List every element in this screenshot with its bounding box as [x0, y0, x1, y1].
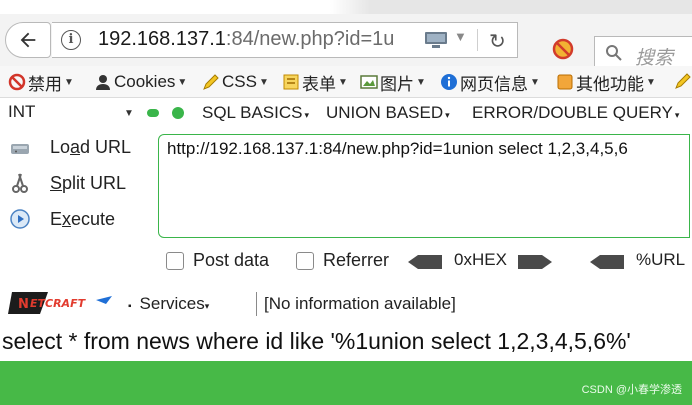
services-menu[interactable]: ▪ Services▾ [128, 294, 209, 314]
bookmark-label: 禁用 [28, 74, 62, 94]
url-path: :84/new.php?id=1u [225, 28, 395, 50]
post-data-label: Post data [193, 250, 270, 270]
bookmark-label: 网页信息 [460, 74, 528, 94]
action-label: plit URL [62, 172, 127, 193]
site-info-text: [No information available] [264, 294, 456, 313]
hex-decode-arrow-icon[interactable] [408, 255, 442, 269]
execute-button[interactable]: Execute [8, 204, 115, 234]
netcraft-separator [256, 292, 257, 316]
action-shortcut: x [62, 208, 72, 229]
tab-edge [330, 0, 370, 14]
bookmark-forms[interactable]: 表单 ▼ [282, 70, 348, 94]
bookmark-label: Cookies [114, 72, 176, 91]
search-icon [606, 45, 622, 61]
post-data-checkbox[interactable] [166, 252, 184, 270]
menu-sql-basics[interactable]: SQL BASICS ▾ [202, 103, 309, 123]
action-label: E [50, 208, 63, 229]
bookmark-label: 其他功能 [576, 74, 644, 94]
noscript-icon[interactable] [552, 38, 574, 60]
bookmark-cookies[interactable]: Cookies ▼ [94, 70, 187, 94]
bookmark-css[interactable]: CSS ▼ [202, 70, 269, 94]
bookmarks-toolbar: 禁用 ▼ Cookies ▼ CSS ▼ 表单 ▼ 图片 ▼ 网页信息 ▼ 其他… [0, 66, 692, 98]
action-shortcut: S [50, 172, 63, 193]
url-textarea-value: http://192.168.137.1:84/new.php?id=1unio… [167, 139, 628, 158]
referrer-checkbox[interactable] [296, 252, 314, 270]
services-label: Services [139, 294, 205, 313]
action-shortcut: a [70, 136, 81, 157]
decrease-icon[interactable] [147, 109, 159, 117]
back-arrow-icon [20, 32, 36, 48]
svg-text:N: N [18, 297, 29, 312]
bookmark-disable[interactable]: 禁用 ▼ [8, 70, 74, 94]
netcraft-logo[interactable]: N ETCRAFT [8, 290, 120, 316]
site-info-icon[interactable]: i [61, 30, 81, 50]
hackbar-options-row: Post data Referrer 0xHEX %URL [0, 248, 692, 278]
increase-icon[interactable] [172, 107, 184, 119]
reload-icon[interactable]: ↻ [489, 29, 506, 53]
hex-label: 0xHEX [454, 250, 507, 269]
load-url-icon [11, 144, 29, 154]
page-footer-bar: CSDN @小春学渗透 [0, 361, 692, 405]
address-bar[interactable]: i 192.168.137.1:84/new.php?id=1u ▼ ↻ [52, 22, 518, 58]
menu-error-double-query[interactable]: ERROR/DOUBLE QUERY ▾ [472, 103, 679, 123]
netcraft-row: N ETCRAFT ▪ Services▾ [No information ava… [0, 286, 692, 322]
hackbar-menu-row: INT ▼ SQL BASICS ▾ UNION BASED ▾ ERROR/DOU… [0, 98, 692, 130]
sql-query-output: select * from news where id like '%1unio… [2, 328, 631, 354]
bookmark-images[interactable]: 图片 ▼ [360, 70, 426, 94]
url-dropdown-icon[interactable]: ▼ [454, 29, 467, 44]
url-separator [477, 29, 478, 51]
user-icon [96, 75, 110, 90]
menu-union-based[interactable]: UNION BASED ▾ [326, 103, 450, 123]
form-icon [283, 74, 299, 90]
url-textarea[interactable]: http://192.168.137.1:84/new.php?id=1unio… [158, 134, 690, 238]
active-tab[interactable] [0, 0, 330, 14]
bookmark-other[interactable]: 其他功能 ▼ [556, 70, 656, 94]
tab-strip [0, 0, 692, 14]
pencil-icon [203, 74, 219, 90]
navigation-bar: i 192.168.137.1:84/new.php?id=1u ▼ ↻ 搜索 [0, 14, 692, 72]
address-text[interactable]: 192.168.137.1:84/new.php?id=1u [98, 28, 418, 51]
svg-text:ETCRAFT: ETCRAFT [30, 297, 87, 310]
bookmark-pageinfo[interactable]: 网页信息 ▼ [440, 70, 540, 94]
url-encode-label: %URL [636, 250, 686, 269]
back-button[interactable] [5, 22, 51, 58]
hex-encode-arrow-icon[interactable] [518, 255, 552, 269]
url-decode-arrow-icon[interactable] [590, 255, 624, 269]
image-icon [360, 75, 378, 89]
monitor-icon[interactable] [424, 31, 448, 49]
type-select[interactable]: INT [8, 102, 128, 126]
bookmark-label: CSS [222, 72, 257, 91]
chevron-down-icon[interactable]: ▼ [124, 108, 134, 119]
action-label: Lo [50, 136, 71, 157]
action-label: d URL [80, 136, 132, 157]
bookmark-label: 图片 [380, 74, 414, 94]
split-url-button[interactable]: Split URL [8, 168, 126, 198]
load-url-button[interactable]: Load URL [8, 132, 131, 162]
action-label: ecute [71, 208, 116, 229]
referrer-label: Referrer [323, 250, 390, 270]
bookmark-label: 表单 [302, 74, 336, 94]
tool-icon [557, 74, 573, 90]
scissors-icon [12, 173, 28, 193]
pencil-icon[interactable] [674, 72, 692, 90]
info-icon [441, 74, 457, 90]
watermark: CSDN @小春学渗透 [581, 384, 682, 396]
menu-label: UNION BASED [326, 103, 444, 122]
menu-label: ERROR/DOUBLE QUERY [472, 103, 673, 122]
play-icon [10, 209, 30, 229]
menu-label: SQL BASICS [202, 103, 303, 122]
hackbar-panel: INT ▼ SQL BASICS ▾ UNION BASED ▾ ERROR/DOU… [0, 98, 692, 326]
url-host: 192.168.137.1 [98, 28, 226, 50]
block-icon [8, 73, 26, 91]
